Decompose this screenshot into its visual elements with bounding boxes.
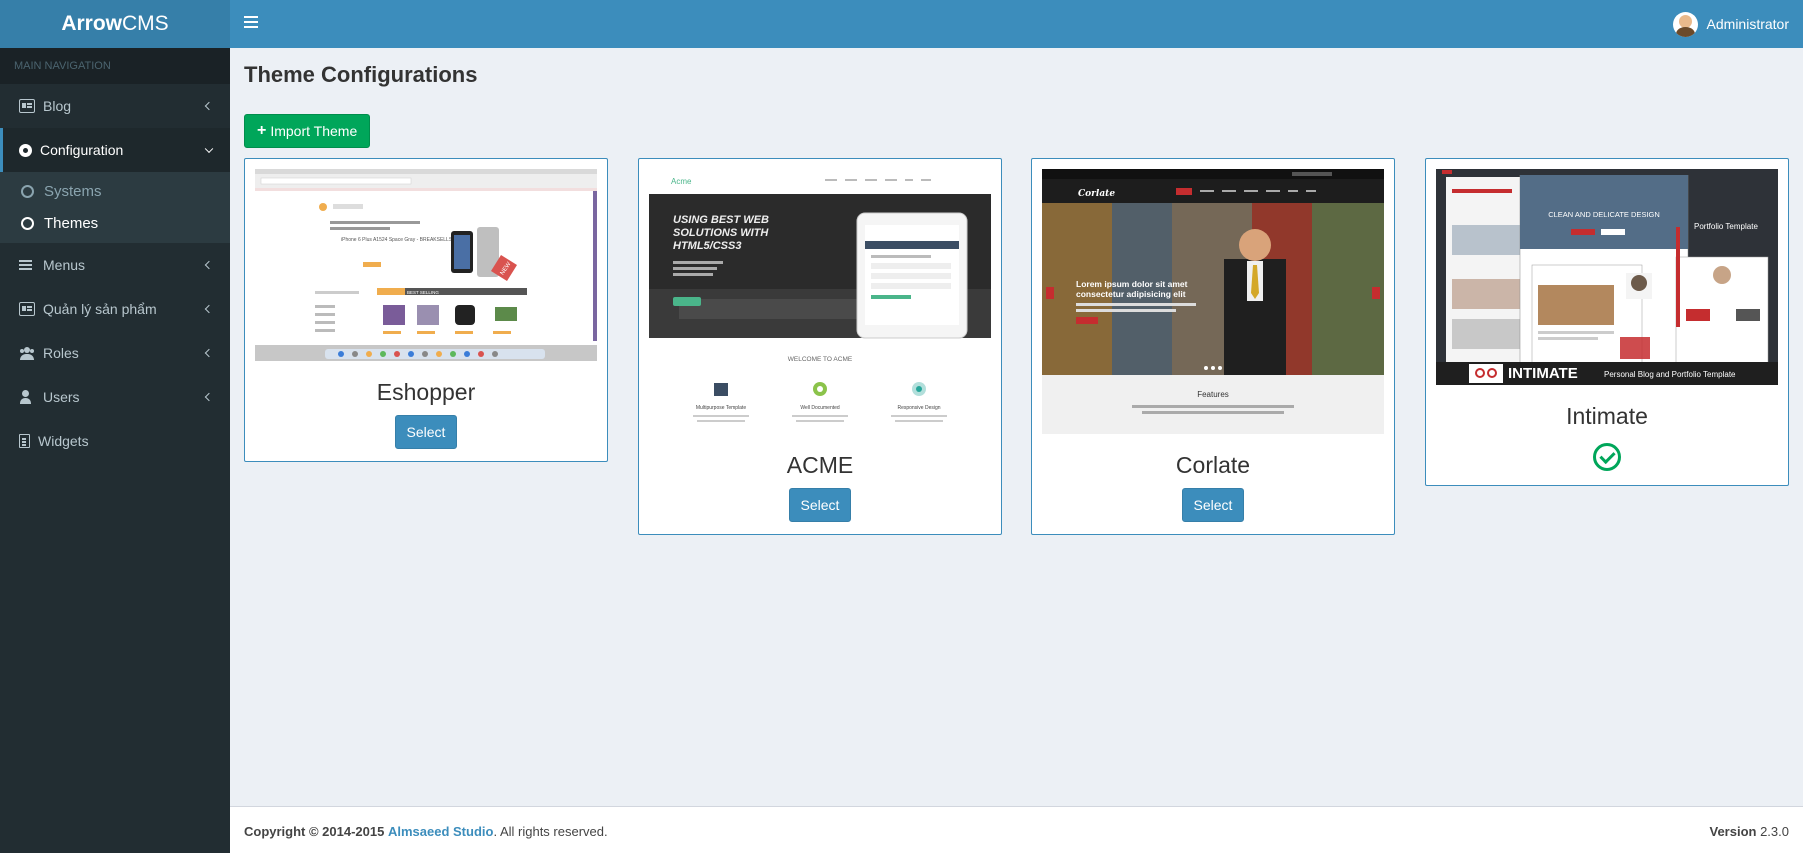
footer-company-link[interactable]: Almsaeed Studio — [388, 824, 493, 839]
chevron-left-icon — [204, 348, 214, 358]
user-name: Administrator — [1706, 16, 1789, 32]
chevron-left-icon — [204, 304, 214, 314]
sidebar-item-users[interactable]: Users — [0, 375, 230, 419]
select-theme-button[interactable]: Select — [395, 415, 457, 449]
theme-preview-acme: Acme USING BEST WEB SOLUTIONS WITH HTML5… — [649, 169, 991, 434]
sidebar-item-blog[interactable]: Blog — [0, 84, 230, 128]
svg-text:HTML5/CSS3: HTML5/CSS3 — [673, 240, 741, 252]
theme-name: Intimate — [1566, 403, 1648, 429]
svg-text:Corlate: Corlate — [1078, 189, 1115, 199]
sidebar-header: MAIN NAVIGATION — [0, 48, 230, 84]
select-theme-button[interactable]: Select — [789, 488, 851, 522]
sidebar-item-products[interactable]: Quản lý sản phẩm — [0, 287, 230, 331]
svg-text:WELCOME TO ACME: WELCOME TO ACME — [788, 356, 853, 363]
circle-icon — [21, 216, 34, 230]
theme-card-corlate: Corlate Lorem ipsum dolor sit amet conse… — [1031, 158, 1395, 535]
configuration-submenu: Systems Themes — [0, 172, 230, 243]
svg-text:Well Documented: Well Documented — [800, 405, 840, 411]
svg-text:INTIMATE: INTIMATE — [1508, 365, 1578, 382]
sidebar-subitem-systems[interactable]: Systems — [0, 175, 230, 207]
active-theme-check-icon — [1593, 443, 1621, 471]
theme-name: Corlate — [1175, 452, 1251, 478]
theme-card-intimate: CLEAN AND DELICATE DESIGN Portfolio Temp… — [1425, 158, 1789, 486]
chevron-down-icon — [204, 144, 214, 154]
chevron-left-icon — [204, 101, 214, 111]
svg-text:Portfolio Template: Portfolio Template — [1694, 222, 1758, 231]
sidebar-toggle-icon[interactable] — [244, 16, 258, 30]
svg-text:Acme: Acme — [671, 177, 692, 186]
gear-icon — [19, 143, 32, 157]
page-title: Theme Configurations — [244, 62, 478, 87]
svg-text:iPhone 6 Plus A1524 Space Gray: iPhone 6 Plus A1524 Space Gray - BREAKSE… — [341, 237, 453, 243]
top-navbar: Administrator — [230, 0, 1803, 48]
theme-preview-corlate: Corlate Lorem ipsum dolor sit amet conse… — [1042, 169, 1384, 434]
file-icon — [19, 434, 30, 448]
svg-text:SOLUTIONS WITH: SOLUTIONS WITH — [673, 227, 769, 239]
newspaper-icon — [19, 99, 35, 113]
theme-preview-eshopper: iPhone 6 Plus A1524 Space Gray - BREAKSE… — [255, 169, 597, 361]
chevron-left-icon — [204, 260, 214, 270]
svg-text:Responsive Design: Responsive Design — [897, 405, 940, 411]
theme-name: Eshopper — [376, 379, 476, 405]
user-menu[interactable]: Administrator — [1672, 0, 1789, 48]
plus-icon: + — [257, 122, 267, 139]
users-icon — [19, 346, 35, 360]
sidebar-item-widgets[interactable]: Widgets — [0, 419, 230, 463]
footer: Copyright © 2014-2015 Almsaeed Studio. A… — [230, 806, 1803, 853]
svg-text:BEST SELLING: BEST SELLING — [407, 290, 439, 295]
svg-text:Personal Blog and Portfolio Te: Personal Blog and Portfolio Template — [1604, 370, 1736, 379]
theme-card-acme: Acme USING BEST WEB SOLUTIONS WITH HTML5… — [638, 158, 1002, 535]
svg-text:consectetur adipisicing elit: consectetur adipisicing elit — [1076, 289, 1186, 299]
svg-text:Multipurpose Template: Multipurpose Template — [696, 405, 746, 411]
sidebar-item-roles[interactable]: Roles — [0, 331, 230, 375]
bars-icon — [19, 258, 35, 272]
svg-text:CLEAN AND DELICATE DESIGN: CLEAN AND DELICATE DESIGN — [1548, 210, 1660, 219]
sidebar: MAIN NAVIGATION Blog Configuration Syste… — [0, 48, 230, 853]
avatar — [1672, 11, 1698, 37]
newspaper-icon — [19, 302, 35, 316]
sidebar-item-configuration[interactable]: Configuration — [0, 128, 230, 172]
sidebar-item-menus[interactable]: Menus — [0, 243, 230, 287]
select-theme-button[interactable]: Select — [1182, 488, 1244, 522]
sidebar-subitem-themes[interactable]: Themes — [0, 207, 230, 239]
app-logo[interactable]: ArrowCMS — [0, 0, 230, 48]
svg-text:USING BEST WEB: USING BEST WEB — [673, 214, 769, 226]
footer-copyright: Copyright © 2014-2015 Almsaeed Studio. A… — [244, 824, 608, 839]
footer-version: Version 2.3.0 — [1709, 824, 1789, 839]
user-icon — [19, 390, 35, 404]
theme-preview-intimate: CLEAN AND DELICATE DESIGN Portfolio Temp… — [1436, 169, 1778, 385]
import-theme-button[interactable]: + Import Theme — [244, 114, 371, 148]
svg-text:Features: Features — [1197, 390, 1229, 399]
circle-icon — [21, 184, 34, 198]
theme-name: ACME — [786, 452, 854, 478]
theme-card-eshopper: iPhone 6 Plus A1524 Space Gray - BREAKSE… — [244, 158, 608, 462]
svg-text:Lorem ipsum dolor sit amet: Lorem ipsum dolor sit amet — [1076, 279, 1188, 289]
main-content: Theme Configurations + Import Theme iPho… — [230, 48, 1803, 806]
chevron-left-icon — [204, 392, 214, 402]
